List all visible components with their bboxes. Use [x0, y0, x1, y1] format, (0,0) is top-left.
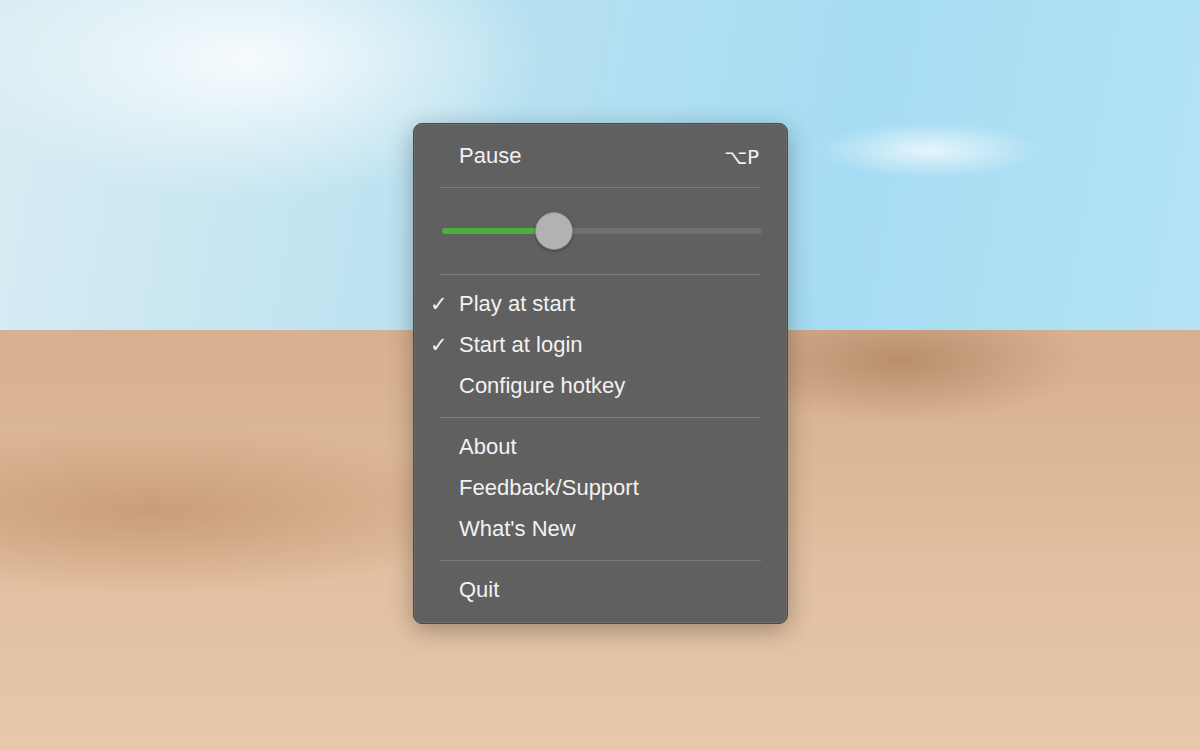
slider-track: [442, 228, 762, 234]
menu-item[interactable]: About: [414, 427, 787, 468]
menu-separator: [414, 407, 787, 427]
menu-toggle-item[interactable]: ✓ Play at start: [414, 284, 787, 325]
shortcut-label: ⌥P: [724, 145, 759, 169]
menu-item-label: Play at start: [459, 291, 759, 317]
menu-item[interactable]: Pause ⌥P: [414, 136, 787, 177]
app-menu: Pause ⌥P ✓ Play at start ✓ Start at login Conf…: [413, 123, 788, 624]
menu-item[interactable]: Feedback/Support: [414, 468, 787, 509]
menu-separator: [414, 177, 787, 197]
menu-item[interactable]: What's New: [414, 509, 787, 550]
menu-item-label: Quit: [459, 577, 759, 603]
menu-item-label: Pause: [459, 143, 708, 169]
desktop: Pause ⌥P ✓ Play at start ✓ Start at login Conf…: [0, 0, 1200, 750]
menu-separator: [414, 264, 787, 284]
menu-item[interactable]: Configure hotkey: [414, 366, 787, 407]
menu-item-label: What's New: [459, 516, 759, 542]
volume-slider[interactable]: [414, 197, 787, 264]
menu-toggle-item[interactable]: ✓ Start at login: [414, 325, 787, 366]
menu-separator: [414, 550, 787, 570]
slider-knob[interactable]: [535, 212, 573, 250]
menu-item-label: Feedback/Support: [459, 475, 759, 501]
menu-item-label: Configure hotkey: [459, 373, 759, 399]
menu-item-label: Start at login: [459, 332, 759, 358]
menu-item[interactable]: Quit: [414, 570, 787, 611]
checkmark-icon: ✓: [430, 333, 448, 358]
menu-item-label: About: [459, 434, 759, 460]
checkmark-icon: ✓: [430, 292, 448, 317]
